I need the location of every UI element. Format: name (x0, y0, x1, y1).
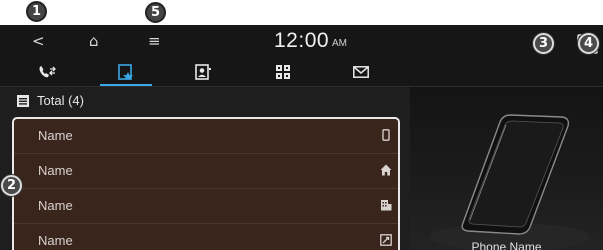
tab-bar (0, 58, 603, 87)
list-item[interactable]: Name (14, 189, 398, 224)
tab-favorites[interactable] (96, 58, 156, 86)
status-bar: < ⌂ ≡ 12:00 AM (0, 25, 603, 58)
smartphone-illustration (430, 114, 590, 250)
menu-button[interactable]: ≡ (148, 32, 161, 50)
phone-screen: < ⌂ ≡ 12:00 AM Total (4) Name Name Name … (0, 25, 603, 250)
tab-messages[interactable] (331, 58, 391, 86)
callout-1: 1 (26, 1, 47, 22)
phone-name-label: Phone Name (471, 240, 542, 250)
office-phone-icon (381, 200, 392, 211)
contact-name: Name (38, 198, 73, 213)
clock-time: 12:00 (274, 29, 330, 52)
list-item[interactable]: Name (14, 224, 398, 250)
other-phone-icon (380, 234, 392, 246)
home-button[interactable]: ⌂ (89, 32, 99, 50)
callout-5: 5 (145, 2, 166, 23)
favorites-icon (118, 64, 133, 80)
total-count-label: Total (4) (37, 93, 84, 108)
callout-4: 4 (578, 33, 599, 54)
list-header: Total (4) (0, 87, 410, 115)
clock-ampm: AM (332, 38, 347, 49)
tab-contacts[interactable] (173, 58, 233, 86)
list-icon (17, 95, 29, 107)
contact-name: Name (38, 128, 73, 143)
connected-device-panel: Phone Name (410, 87, 603, 250)
list-item[interactable]: Name (14, 154, 398, 189)
back-button[interactable]: < (32, 32, 45, 50)
mobile-icon (382, 129, 390, 141)
messages-icon (353, 66, 369, 78)
contact-name: Name (38, 163, 73, 178)
contacts-icon (195, 64, 211, 80)
call-history-icon (39, 66, 56, 78)
callout-2: 2 (1, 175, 22, 196)
tab-call-history[interactable] (17, 58, 77, 86)
keypad-icon (276, 65, 290, 79)
contact-name: Name (38, 233, 73, 248)
favorites-list[interactable]: Name Name Name Name (12, 117, 400, 250)
callout-3: 3 (533, 33, 554, 54)
home-phone-icon (380, 164, 392, 176)
tab-keypad[interactable] (253, 58, 313, 86)
list-item[interactable]: Name (14, 119, 398, 154)
